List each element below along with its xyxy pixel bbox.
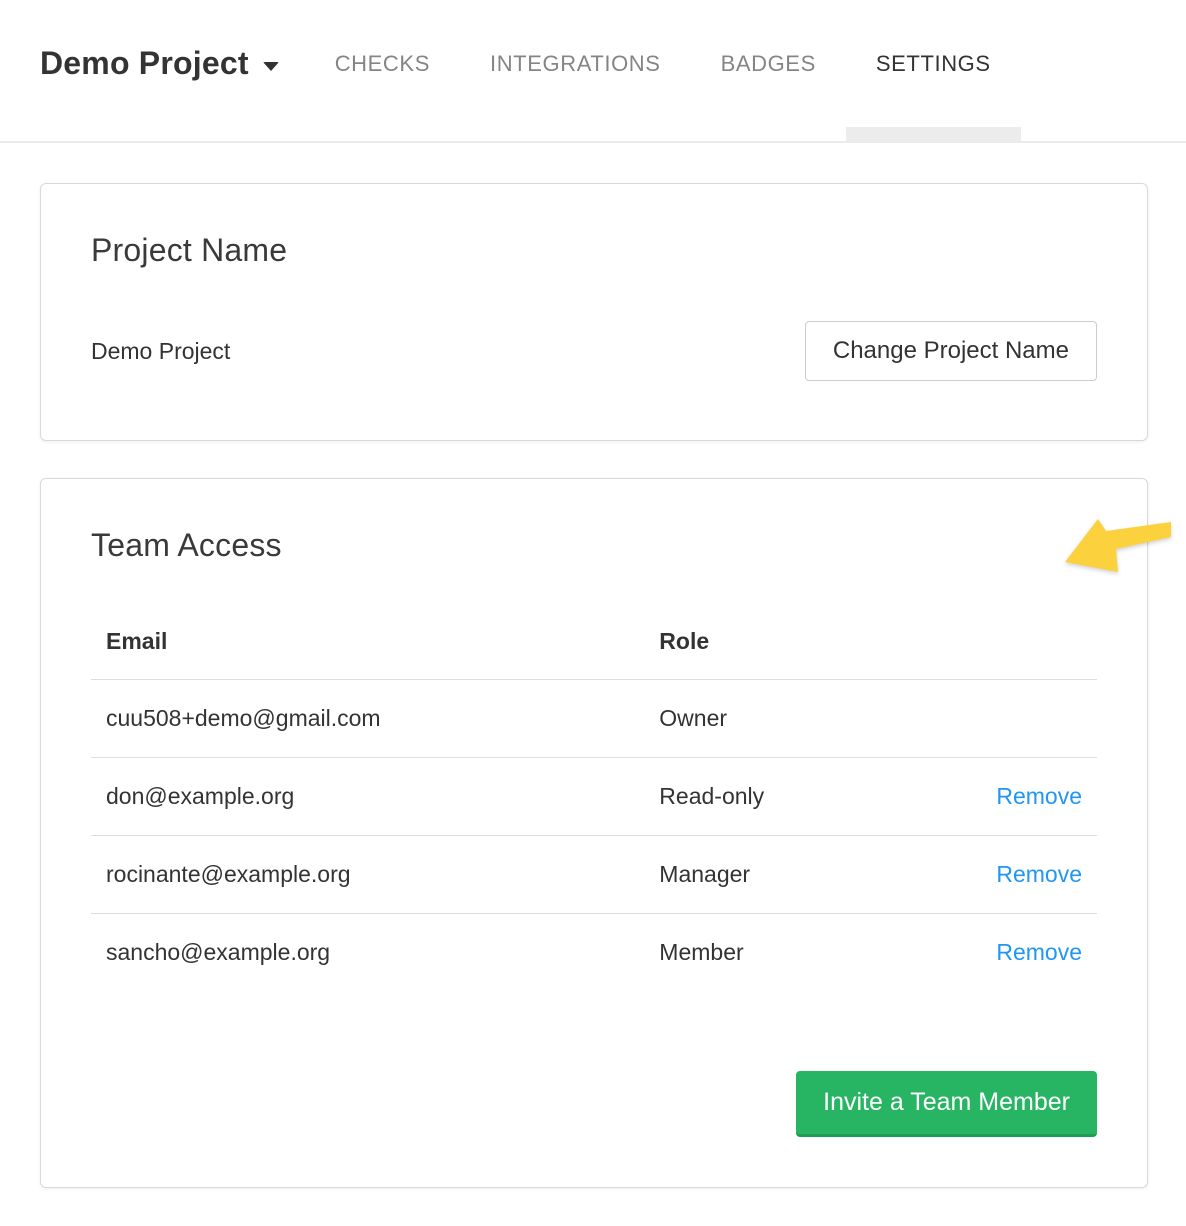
project-switcher-label: Demo Project xyxy=(40,45,249,82)
project-switcher[interactable]: Demo Project xyxy=(40,45,279,96)
team-access-card: Team Access Email Role cuu508+demo@gmail… xyxy=(40,478,1148,1188)
role-cell: Member xyxy=(644,914,916,992)
table-header-row: Email Role xyxy=(91,622,1097,680)
actions-column-header xyxy=(916,622,1097,680)
action-cell: Remove xyxy=(916,836,1097,914)
team-members-table: Email Role cuu508+demo@gmail.com Owner d… xyxy=(91,622,1097,991)
team-member-row: cuu508+demo@gmail.com Owner xyxy=(91,680,1097,758)
project-name-value: Demo Project xyxy=(91,338,230,365)
project-name-card-title: Project Name xyxy=(91,232,1097,269)
team-member-row: sancho@example.org Member Remove xyxy=(91,914,1097,992)
project-name-card: Project Name Demo Project Change Project… xyxy=(40,183,1148,441)
tab-badges[interactable]: BADGES xyxy=(691,0,846,141)
email-column-header: Email xyxy=(91,622,644,680)
team-member-row: rocinante@example.org Manager Remove xyxy=(91,836,1097,914)
team-member-row: don@example.org Read-only Remove xyxy=(91,758,1097,836)
tab-settings[interactable]: SETTINGS xyxy=(846,0,1021,141)
nav-tabs: CHECKS INTEGRATIONS BADGES SETTINGS xyxy=(305,0,1021,141)
invite-row: Invite a Team Member xyxy=(91,1071,1097,1137)
tab-integrations[interactable]: INTEGRATIONS xyxy=(460,0,691,141)
role-cell: Owner xyxy=(644,680,916,758)
action-cell: Remove xyxy=(916,758,1097,836)
team-access-card-title: Team Access xyxy=(91,527,1097,564)
tab-checks[interactable]: CHECKS xyxy=(305,0,460,141)
action-cell xyxy=(916,680,1097,758)
top-nav: Demo Project CHECKS INTEGRATIONS BADGES … xyxy=(0,0,1186,143)
email-cell: rocinante@example.org xyxy=(91,836,644,914)
email-cell: don@example.org xyxy=(91,758,644,836)
role-cell: Manager xyxy=(644,836,916,914)
project-name-row: Demo Project Change Project Name xyxy=(91,321,1097,381)
remove-member-link[interactable]: Remove xyxy=(996,861,1082,887)
remove-member-link[interactable]: Remove xyxy=(996,939,1082,965)
change-project-name-button[interactable]: Change Project Name xyxy=(805,321,1097,381)
email-cell: cuu508+demo@gmail.com xyxy=(91,680,644,758)
action-cell: Remove xyxy=(916,914,1097,992)
email-cell: sancho@example.org xyxy=(91,914,644,992)
chevron-down-icon xyxy=(263,62,279,71)
role-cell: Read-only xyxy=(644,758,916,836)
project-settings-page: Demo Project CHECKS INTEGRATIONS BADGES … xyxy=(0,0,1186,1226)
role-column-header: Role xyxy=(644,622,916,680)
invite-team-member-button[interactable]: Invite a Team Member xyxy=(796,1071,1097,1137)
remove-member-link[interactable]: Remove xyxy=(996,783,1082,809)
